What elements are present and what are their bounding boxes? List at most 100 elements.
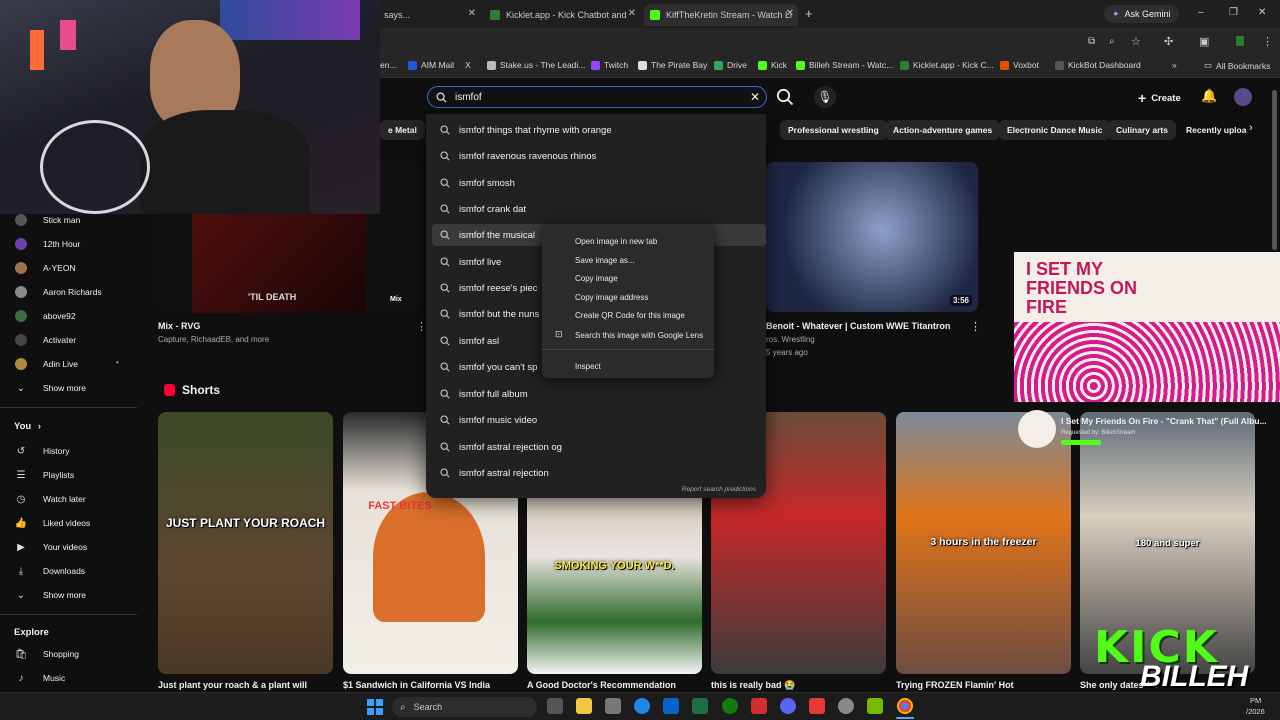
video-title[interactable]: Benoit - Whatever | Custom WWE Titantron — [766, 321, 950, 331]
search-suggestion[interactable]: ismfof smosh — [432, 172, 766, 194]
search-suggestion[interactable]: ismfof astral rejection og — [432, 436, 766, 458]
short-title[interactable]: Trying FROZEN Flamin' Hot — [896, 680, 1014, 690]
search-suggestion[interactable]: ismfof things that rhyme with orange — [432, 119, 766, 141]
chip[interactable]: e Metal — [380, 120, 425, 140]
show-more-button[interactable]: ⌄ Show more — [0, 585, 137, 605]
short-title[interactable]: this is really bad 😭 — [711, 680, 795, 691]
search-suggestion[interactable]: ismfof astral rejection — [432, 462, 766, 484]
bookmark-star-icon[interactable]: ☆ — [1131, 35, 1141, 48]
search-box[interactable]: ismfof ✕ — [427, 86, 767, 108]
chip[interactable]: Recently uploa — [1178, 120, 1250, 140]
profile-icon[interactable] — [1236, 36, 1244, 46]
short-title[interactable]: Just plant your roach & a plant will — [158, 680, 307, 690]
tab-kick-stream[interactable]: KiffTheKretin Stream - Watch Li ✕ — [644, 4, 798, 26]
bookmark-item[interactable]: X — [465, 60, 471, 70]
search-suggestion[interactable]: ismfof ravenous ravenous rhinos — [432, 145, 766, 167]
ctx-inspect[interactable]: Inspect — [575, 362, 601, 371]
file-explorer-icon[interactable] — [576, 698, 592, 714]
settings-gear-icon[interactable] — [838, 698, 854, 714]
bookmark-item[interactable]: Stake.us - The Leadi... — [487, 60, 585, 70]
bookmark-item[interactable]: Kicklet.app - Kick C... — [900, 60, 994, 70]
bookmark-item[interactable]: AIM Mail — [408, 60, 454, 70]
sidebar-subscription[interactable]: A-YEON — [0, 258, 137, 278]
video-title[interactable]: Mix - RVG — [158, 321, 200, 331]
bookmark-item[interactable]: Billeh Stream - Watc... — [796, 60, 893, 70]
clock-time[interactable]: PM — [1250, 696, 1261, 705]
sidebar-subscription[interactable]: Adin Live • — [0, 354, 137, 374]
all-bookmarks[interactable]: ▭ All Bookmarks — [1204, 60, 1270, 71]
sidebar-item-watch-later[interactable]: ◷ Watch later — [0, 489, 137, 509]
cast-icon[interactable]: ⧉ — [1088, 36, 1095, 47]
bookmark-item[interactable]: The Pirate Bay — [638, 60, 707, 70]
bookmark-item[interactable]: KickBot Dashboard — [1055, 60, 1141, 70]
bookmark-item[interactable]: en... — [380, 60, 397, 70]
nvidia-icon[interactable] — [867, 698, 883, 714]
account-avatar[interactable] — [1234, 88, 1252, 106]
chrome-icon[interactable] — [897, 698, 913, 714]
excel-icon[interactable] — [692, 698, 708, 714]
sidebar-subscription[interactable]: Aaron Richards — [0, 282, 137, 302]
ctx-create-qr-code[interactable]: Create QR Code for this image — [575, 311, 685, 320]
ctx-copy-image[interactable]: Copy image — [575, 274, 618, 283]
search-suggestion[interactable]: ismfof music video — [432, 409, 766, 431]
extensions-icon[interactable]: ✣ — [1164, 35, 1173, 48]
sidebar-item-music[interactable]: ♪ Music — [0, 668, 137, 688]
sidebar-subscription[interactable]: Activater — [0, 330, 137, 350]
ask-gemini-button[interactable]: ✦ Ask Gemini — [1104, 5, 1179, 23]
search-suggestion[interactable]: ismfof full album — [432, 383, 766, 405]
sidebar-subscription[interactable]: 12th Hour — [0, 234, 137, 254]
close-window-icon[interactable]: ✕ — [1258, 7, 1266, 18]
chip[interactable]: Culinary arts — [1108, 120, 1176, 140]
short-title[interactable]: $1 Sandwich in California VS India — [343, 680, 490, 690]
ctx-copy-image-address[interactable]: Copy image address — [575, 293, 648, 302]
bookmark-item[interactable]: Twitch — [591, 60, 628, 70]
short-title[interactable]: A Good Doctor's Recommendation — [527, 680, 676, 690]
discord-icon[interactable] — [780, 698, 796, 714]
store-icon[interactable] — [605, 698, 621, 714]
bookmark-item[interactable]: Drive — [714, 60, 747, 70]
bookmark-item[interactable]: Kick — [758, 60, 787, 70]
chip[interactable]: Electronic Dance Music — [999, 120, 1111, 140]
minimize-icon[interactable]: – — [1198, 7, 1204, 18]
tab-1[interactable]: says... ✕ — [378, 4, 480, 26]
clock-date[interactable]: /2026 — [1246, 707, 1265, 716]
sidepanel-icon[interactable]: ▣ — [1199, 35, 1209, 48]
app-icon[interactable] — [809, 698, 825, 714]
ctx-open-image-new-tab[interactable]: Open image in new tab — [575, 237, 657, 246]
bookmark-item[interactable]: Voxbot — [1000, 60, 1039, 70]
chevron-right-icon[interactable]: › — [1249, 122, 1253, 134]
chip[interactable]: Professional wrestling — [780, 120, 887, 140]
task-view-icon[interactable] — [547, 698, 563, 714]
chip[interactable]: Action-adventure games — [885, 120, 1001, 140]
sidebar-subscription[interactable]: above92 — [0, 306, 137, 326]
ctx-save-image[interactable]: Save image as... — [575, 256, 635, 265]
sidebar-item-your-videos[interactable]: ▶ Your videos — [0, 537, 137, 557]
notifications-bell-icon[interactable]: 🔔 — [1201, 88, 1217, 104]
microphone-icon[interactable]: 🎙 — [814, 86, 836, 108]
search-input[interactable]: ismfof — [455, 92, 482, 103]
bookmarks-overflow-icon[interactable]: » — [1172, 60, 1177, 70]
search-button[interactable] — [776, 88, 794, 111]
sidebar-you-header[interactable]: You › — [0, 416, 137, 436]
taskbar-search[interactable]: ⌕ Search — [392, 697, 537, 717]
windows-start-icon[interactable] — [367, 699, 383, 715]
video-thumbnail[interactable]: 3:56 — [766, 162, 978, 312]
create-button[interactable]: + Create — [1138, 90, 1181, 106]
sidebar-item-playlists[interactable]: ☰ Playlists — [0, 465, 137, 485]
report-predictions-link[interactable]: Report search predictions — [682, 486, 756, 493]
xbox-icon[interactable] — [722, 698, 738, 714]
sidebar-item-downloads[interactable]: ⤓ Downloads — [0, 561, 137, 581]
outlook-icon[interactable] — [663, 698, 679, 714]
short-thumbnail[interactable]: JUST PLANT YOUR ROACH — [158, 412, 333, 674]
app-icon[interactable] — [751, 698, 767, 714]
short-thumbnail[interactable]: 3 hours in the freezer — [896, 412, 1071, 674]
menu-icon[interactable]: ⋮ — [1262, 35, 1273, 48]
restore-icon[interactable]: ❐ — [1229, 7, 1238, 18]
sidebar-item-liked-videos[interactable]: 👍 Liked videos — [0, 513, 137, 533]
page-scrollbar[interactable] — [1272, 90, 1277, 250]
clear-search-icon[interactable]: ✕ — [750, 90, 760, 104]
close-icon[interactable]: ✕ — [628, 8, 636, 19]
close-icon[interactable]: ✕ — [786, 8, 794, 19]
edge-icon[interactable] — [634, 698, 650, 714]
sidebar-item-shopping[interactable]: 🛍 Shopping — [0, 644, 137, 664]
